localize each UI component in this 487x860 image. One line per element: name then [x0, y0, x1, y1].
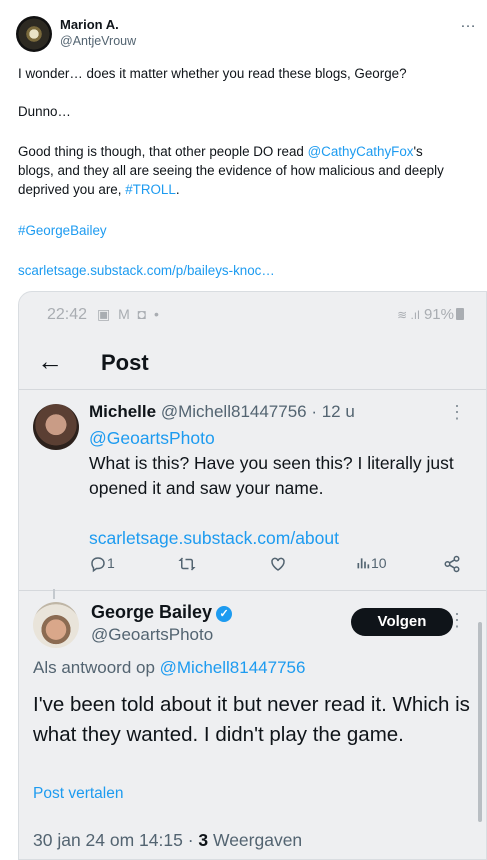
embedded-screenshot[interactable]: 22:42 ▣ M ◘ • ≋ .ıl 91% ← Post Michelle … — [18, 291, 487, 860]
verified-badge-icon: ✓ — [216, 606, 233, 622]
tweet-text-line: Dunno… — [18, 104, 71, 119]
status-right: ≋ .ıl 91% — [397, 306, 464, 323]
tweet-author-line: Michelle @Michell81447756 · 12 u — [89, 402, 355, 422]
repost-button[interactable] — [177, 555, 197, 573]
phone-status-bar: 22:42 ▣ M ◘ • ≋ .ıl 91% — [19, 292, 486, 338]
wifi-signal-icon: ≋ .ıl — [397, 308, 420, 322]
mention-link[interactable]: @GeoartsPhoto — [89, 426, 469, 451]
tweet-text-line: I wonder… does it matter whether you rea… — [18, 66, 407, 81]
tweet-text: 's — [413, 144, 423, 159]
reply-to-line: Als antwoord op @Michell81447756 — [33, 658, 305, 678]
hashtag-link[interactable]: #GeorgeBailey — [18, 221, 478, 240]
external-link[interactable]: scarletsage.substack.com/about — [89, 526, 469, 551]
divider — [19, 590, 486, 591]
like-button[interactable] — [269, 555, 287, 573]
author-name[interactable]: Marion A. — [60, 16, 136, 33]
tweet-text: What is this? Have you seen this? I lite… — [89, 453, 454, 498]
repost-icon — [178, 557, 196, 571]
tweet-text: Good thing is though, that other people … — [18, 144, 308, 159]
timestamp[interactable]: 30 jan 24 om 14:15 · — [33, 830, 198, 850]
tweet-text: blogs, and they all are seeing the evide… — [18, 163, 444, 178]
more-options-icon[interactable]: ⋮ — [448, 610, 466, 631]
translate-link[interactable]: Post vertalen — [33, 785, 123, 803]
tweet-actions: 1 10 — [89, 555, 469, 579]
author-block: Marion A. @AntjeVrouw — [60, 16, 136, 49]
heart-icon — [271, 557, 285, 571]
reply-to-prefix: Als antwoord op — [33, 658, 160, 677]
tweet-body: @GeoartsPhoto What is this? Have you see… — [89, 426, 469, 551]
reply-icon — [91, 557, 105, 573]
mention-link[interactable]: @Michell81447756 — [160, 658, 306, 677]
hashtag-link[interactable]: #TROLL — [125, 182, 176, 197]
page-title: Post — [101, 350, 149, 375]
more-options-icon[interactable]: … — [460, 14, 476, 32]
avatar[interactable] — [33, 404, 79, 450]
views-button[interactable]: 10 — [355, 555, 387, 571]
battery-icon — [456, 308, 464, 320]
reply-count: 1 — [107, 555, 115, 571]
author-handle[interactable]: @AntjeVrouw — [60, 33, 136, 49]
author-name-line: George Bailey ✓ — [91, 602, 233, 623]
views-count: 3 — [198, 830, 209, 850]
author-handle-time[interactable]: @Michell81447756 · 12 u — [161, 402, 355, 421]
follow-button[interactable]: Volgen — [351, 608, 453, 636]
mention-link[interactable]: @CathyCathyFox — [308, 144, 414, 159]
reply-button[interactable]: 1 — [89, 555, 115, 573]
status-time: 22:42 — [47, 306, 88, 323]
post-header-bar: ← Post — [19, 338, 486, 390]
share-icon — [444, 555, 460, 573]
battery-level: 91% — [423, 306, 454, 323]
notification-icons: ▣ M ◘ • — [97, 306, 161, 322]
analytics-icon — [357, 558, 370, 569]
author-handle[interactable]: @GeoartsPhoto — [91, 625, 213, 645]
thread-line — [53, 589, 55, 599]
author-name[interactable]: Michelle — [89, 402, 156, 421]
author-name[interactable]: George Bailey — [91, 602, 212, 622]
views-count: 10 — [371, 555, 387, 571]
avatar[interactable] — [33, 602, 79, 648]
scrollbar[interactable] — [478, 622, 482, 822]
external-link[interactable]: scarletsage.substack.com/p/baileys-knoc… — [18, 261, 478, 280]
tweet-text: deprived you are, — [18, 182, 126, 197]
more-options-icon[interactable]: ⋮ — [448, 402, 466, 423]
tweet-header: Marion A. @AntjeVrouw … — [16, 14, 476, 54]
share-button[interactable] — [443, 555, 461, 573]
tweet-meta: 30 jan 24 om 14:15 · 3 Weergaven — [33, 830, 302, 851]
views-label: Weergaven — [208, 830, 303, 850]
tweet-text: . — [175, 182, 180, 197]
tweet-text: I've been told about it but never read i… — [33, 693, 470, 746]
tweet-text-paragraph: Good thing is though, that other people … — [18, 142, 478, 199]
back-arrow-icon[interactable]: ← — [37, 346, 63, 377]
avatar[interactable] — [16, 16, 52, 52]
